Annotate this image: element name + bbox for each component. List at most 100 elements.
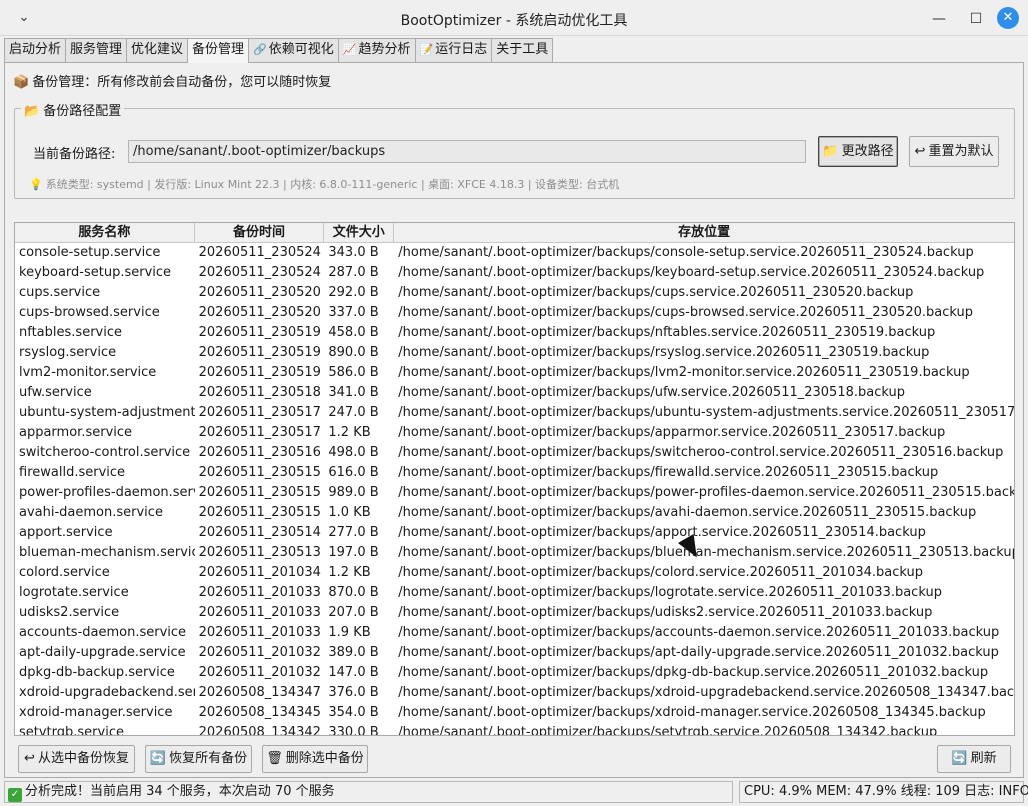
tab-icon: 🔗 xyxy=(253,43,267,56)
table-cell: /home/sanant/.boot-optimizer/backups/lvm… xyxy=(398,365,970,380)
table-cell: /home/sanant/.boot-optimizer/backups/nft… xyxy=(398,325,936,340)
restore-selected-button[interactable]: ↩ 从选中备份恢复 xyxy=(18,745,135,773)
table-cell: 287.0 B xyxy=(328,265,379,280)
table-row[interactable]: switcheroo-control.service 20260511_23051… xyxy=(15,443,1014,463)
reset-default-button[interactable]: ↩ 重置为默认 xyxy=(909,136,999,167)
table-cell: /home/sanant/.boot-optimizer/backups/app… xyxy=(398,525,926,540)
status-bar: ✓ 分析完成！当前启用 34 个服务，本次启动 70 个服务 CPU: 4.9% … xyxy=(4,781,1028,803)
table-row[interactable]: power-profiles-daemon.service20260511_23… xyxy=(15,483,1014,503)
table-row[interactable]: rsyslog.service 20260511_230519 890.0 B/ho… xyxy=(15,343,1014,363)
refresh-button[interactable]: 🔄 刷新 xyxy=(937,745,1011,773)
close-icon[interactable]: ✕ xyxy=(997,7,1019,29)
backup-table[interactable]: 服务名称 备份时间 文件大小 存放位置 console-setup.service 20… xyxy=(14,222,1015,736)
table-body: console-setup.service 20260511_230524 343.… xyxy=(15,243,1014,736)
table-cell: /home/sanant/.boot-optimizer/backups/swi… xyxy=(398,445,1004,460)
restore-all-button[interactable]: 🔄 恢复所有备份 xyxy=(145,745,252,773)
table-cell: 389.0 B xyxy=(328,645,379,660)
refresh-label: 刷新 xyxy=(970,751,997,766)
table-row[interactable]: apt-daily-upgrade.service 20260511_201032… xyxy=(15,643,1014,663)
table-cell: 247.0 B xyxy=(328,405,379,420)
group-title-text: 备份路径配置 xyxy=(43,104,122,119)
package-icon: 📦 xyxy=(13,75,30,90)
table-cell: 337.0 B xyxy=(328,305,379,320)
window-title: BootOptimizer - 系统启动优化工具 xyxy=(400,13,628,29)
maximize-icon[interactable]: ☐ xyxy=(965,9,987,29)
tab-5[interactable]: 📈 趋势分析 xyxy=(337,38,416,62)
table-row[interactable]: logrotate.service 20260511_201033 870.0 B /… xyxy=(15,583,1014,603)
table-row[interactable]: console-setup.service 20260511_230524 343.… xyxy=(15,243,1014,263)
table-row[interactable]: blueman-mechanism.service 20260511_230513… xyxy=(15,543,1014,563)
refresh-icon: 🔄 xyxy=(149,751,167,766)
table-header: 服务名称 备份时间 文件大小 存放位置 xyxy=(15,223,1014,243)
table-cell: apport.service xyxy=(19,525,113,540)
table-cell: 20260511_230513 xyxy=(198,545,321,560)
table-row[interactable]: colord.service 20260511_201034 1.2 KB/home… xyxy=(15,563,1014,583)
column-header[interactable]: 文件大小 xyxy=(324,223,395,242)
tab-label: 优化建议 xyxy=(131,42,184,57)
change-path-button[interactable]: 📁 更改路径 xyxy=(818,136,898,167)
table-row[interactable]: apparmor.service 20260511_230517 1.2 KB/ho… xyxy=(15,423,1014,443)
table-cell: 20260511_230518 xyxy=(198,385,321,400)
table-cell: 20260511_201033 xyxy=(198,605,321,620)
table-cell: 498.0 B xyxy=(328,445,379,460)
table-cell: colord.service xyxy=(19,565,110,580)
table-cell: apparmor.service xyxy=(19,425,133,440)
table-cell: 20260511_230524 xyxy=(198,245,321,260)
undo-icon: ↩ xyxy=(914,144,926,159)
tab-bar: 启动分析 服务管理 优化建议 备份管理 🔗 依赖可视化 📈 趋势分析 📝 运行日志 关于工具 xyxy=(4,38,554,63)
table-cell: 20260511_230520 xyxy=(198,305,321,320)
table-row[interactable]: cups.service 20260511_230520 292.0 B/home/… xyxy=(15,283,1014,303)
table-cell: 207.0 B xyxy=(328,605,379,620)
app-window: ⌄ BootOptimizer - 系统启动优化工具 — ☐ ✕ 启动分析 服务管… xyxy=(0,0,1028,806)
table-cell: /home/sanant/.boot-optimizer/backups/apt… xyxy=(398,645,999,660)
table-cell: 890.0 B xyxy=(328,345,379,360)
table-row[interactable]: setvtrgb.service 20260508_134342 330.0 B/h… xyxy=(15,723,1014,736)
column-header[interactable]: 存放位置 xyxy=(394,223,1014,242)
table-row[interactable]: firewalld.service 20260511_230515 616.0 B /… xyxy=(15,463,1014,483)
table-cell: /home/sanant/.boot-optimizer/backups/fir… xyxy=(398,465,939,480)
table-row[interactable]: cups-browsed.service 20260511_230520 337.0… xyxy=(15,303,1014,323)
table-row[interactable]: apport.service 20260511_230514 277.0 B/hom… xyxy=(15,523,1014,543)
table-cell: 330.0 B xyxy=(328,725,379,736)
table-row[interactable]: nftables.service 20260511_230519 458.0 B/h… xyxy=(15,323,1014,343)
tab-2[interactable]: 优化建议 xyxy=(126,38,189,62)
table-row[interactable]: lvm2-monitor.service 20260511_230519 586.0… xyxy=(15,363,1014,383)
table-cell: /home/sanant/.boot-optimizer/backups/xdr… xyxy=(398,685,1014,700)
column-header[interactable]: 服务名称 xyxy=(15,223,195,242)
table-row[interactable]: keyboard-setup.service 20260511_230524 287… xyxy=(15,263,1014,283)
title-bar: ⌄ BootOptimizer - 系统启动优化工具 — ☐ ✕ xyxy=(0,0,1028,36)
table-cell: 1.2 KB xyxy=(328,425,371,440)
tab-0[interactable]: 启动分析 xyxy=(4,38,67,62)
tab-3[interactable]: 备份管理 xyxy=(187,38,250,63)
tab-4[interactable]: 🔗 依赖可视化 xyxy=(248,38,339,62)
backup-path-field[interactable] xyxy=(128,140,806,163)
table-row[interactable]: ubuntu-system-adjustments 20260511_230517… xyxy=(15,403,1014,423)
tab-1[interactable]: 服务管理 xyxy=(65,38,128,62)
table-cell: keyboard-setup.service xyxy=(19,265,172,280)
backup-panel: 📦 备份管理：所有修改前会自动备份，您可以随时恢复 📂 备份路径配置 当前备份路径:… xyxy=(4,62,1024,778)
tab-6[interactable]: 📝 运行日志 xyxy=(414,38,493,62)
system-info-text: 系统类型: systemd | 发行版: Linux Mint 22.3 | 内… xyxy=(45,178,620,191)
table-cell: apt-daily-upgrade.service xyxy=(19,645,186,660)
column-header[interactable]: 备份时间 xyxy=(195,223,325,242)
undo-icon: ↩ xyxy=(24,751,35,766)
delete-selected-button[interactable]: 🗑 删除选中备份 xyxy=(262,745,368,773)
table-cell: 20260511_201034 xyxy=(198,565,321,580)
table-cell: /home/sanant/.boot-optimizer/backups/ubu… xyxy=(398,405,1014,420)
table-cell: 20260511_230517 xyxy=(198,425,321,440)
table-cell: /home/sanant/.boot-optimizer/backups/cup… xyxy=(398,285,914,300)
table-cell: 458.0 B xyxy=(328,325,379,340)
table-cell: /home/sanant/.boot-optimizer/backups/acc… xyxy=(398,625,1000,640)
table-row[interactable]: xdroid-manager.service 20260508_134345 354… xyxy=(15,703,1014,723)
tab-7[interactable]: 关于工具 xyxy=(491,38,554,62)
table-row[interactable]: udisks2.service 20260511_201033 207.0 B/ho… xyxy=(15,603,1014,623)
table-row[interactable]: avahi-daemon.service 20260511_230515 1.0 K… xyxy=(15,503,1014,523)
table-row[interactable]: accounts-daemon.service 20260511_201033 1.… xyxy=(15,623,1014,643)
table-row[interactable]: xdroid-upgradebackend.service20260508_13… xyxy=(15,683,1014,703)
table-cell: xdroid-manager.service xyxy=(19,705,173,720)
table-row[interactable]: ufw.service 20260511_230518 341.0 B/home/s… xyxy=(15,383,1014,403)
table-cell: firewalld.service xyxy=(19,465,126,480)
table-row[interactable]: dpkg-db-backup.service 20260511_201032 147… xyxy=(15,663,1014,683)
panel-header: 📦 备份管理：所有修改前会自动备份，您可以随时恢复 xyxy=(13,71,331,90)
minimize-icon[interactable]: — xyxy=(928,9,950,29)
